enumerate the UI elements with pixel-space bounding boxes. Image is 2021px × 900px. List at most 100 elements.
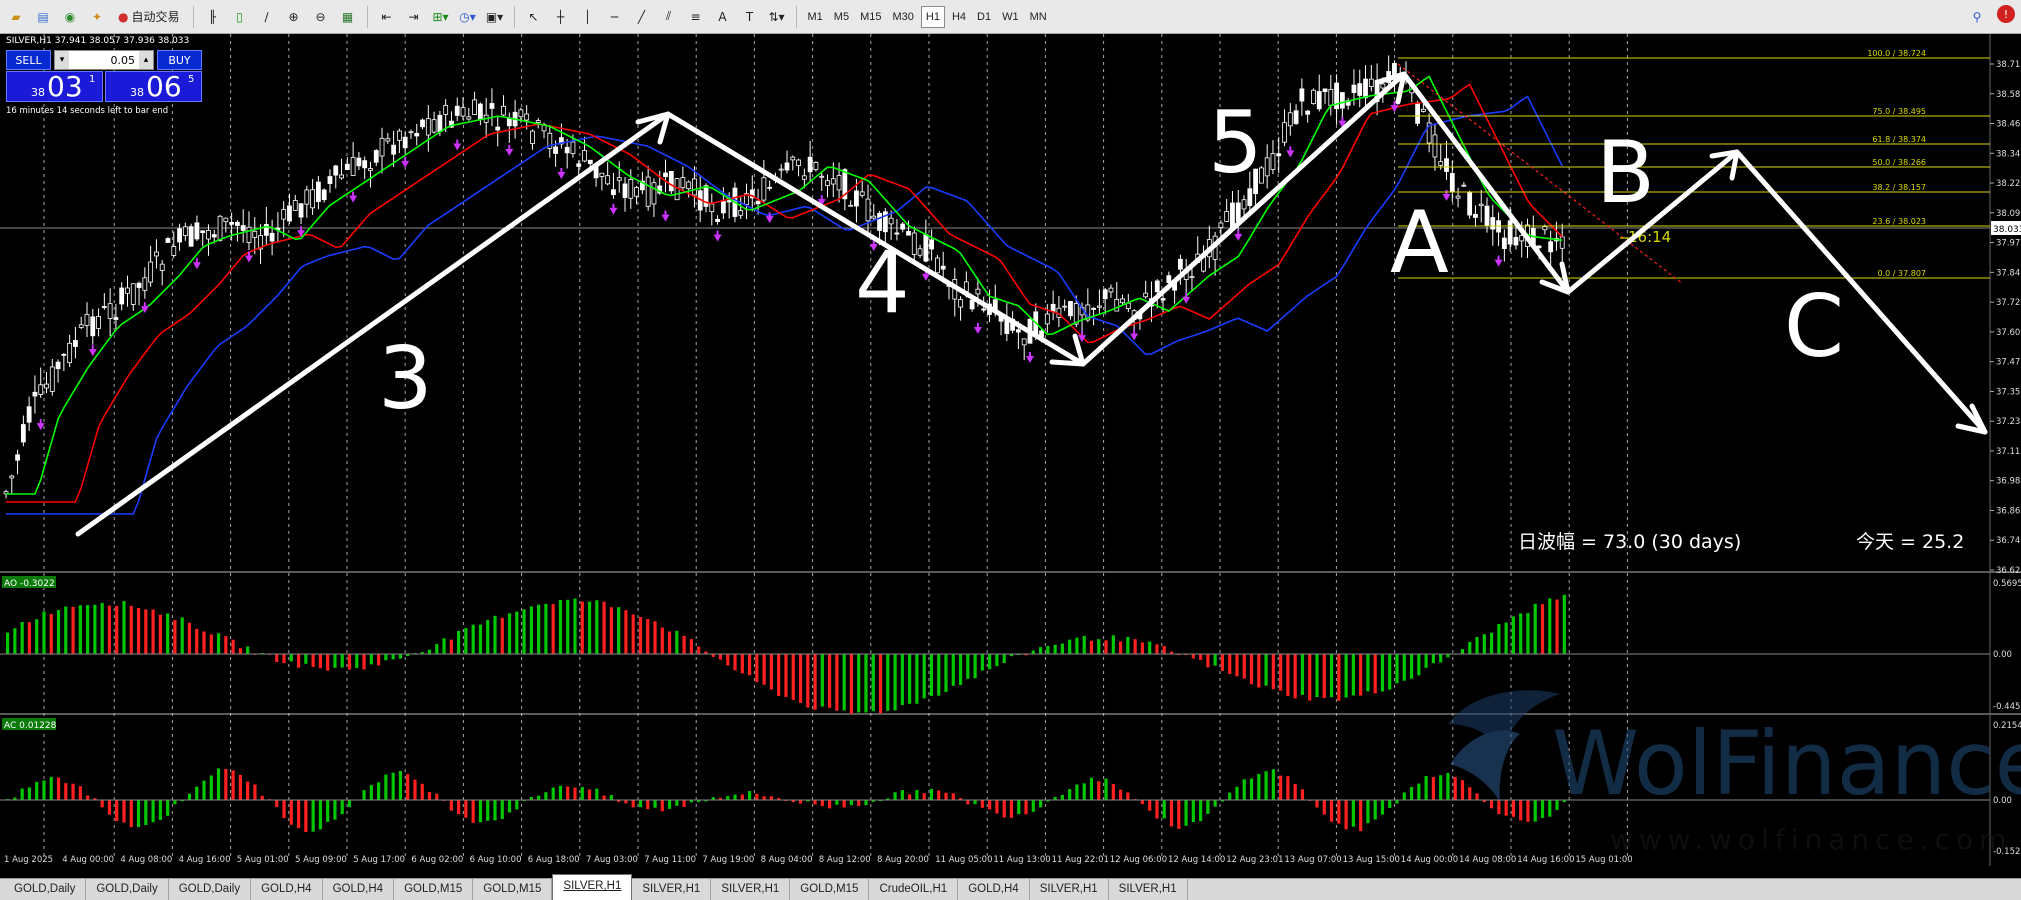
lot-increase-icon[interactable]: ▴ — [139, 51, 153, 69]
equidistant-channel-icon[interactable]: ⫽ — [657, 5, 681, 29]
trendline-icon[interactable]: ╱ — [630, 5, 654, 29]
line-chart-icon[interactable]: ∕ — [255, 5, 279, 29]
ao-bar — [937, 654, 941, 696]
text-label-icon[interactable]: T — [738, 5, 762, 29]
chart-tab[interactable]: GOLD,Daily — [4, 878, 87, 900]
ao-bar — [347, 654, 352, 670]
timeframe-d1[interactable]: D1 — [973, 7, 995, 27]
ac-bar — [1199, 800, 1203, 822]
indicators-icon[interactable]: ⊞▾ — [429, 5, 453, 29]
ao-bar — [828, 654, 832, 708]
bid-price-box[interactable]: 38 03 1 — [6, 71, 103, 102]
bar-chart-icon[interactable]: ╟ — [201, 5, 225, 29]
templates-icon[interactable]: ▣▾ — [483, 5, 507, 29]
notifications-icon[interactable]: ! — [1997, 5, 2015, 23]
ao-bar — [1395, 654, 1399, 684]
time-label: 8 Aug 04:00 — [761, 855, 813, 865]
sell-button[interactable]: SELL — [6, 50, 51, 70]
chart-tab[interactable]: SILVER,H1 — [1109, 878, 1188, 900]
chart-tab[interactable]: GOLD,Daily — [169, 878, 252, 900]
crosshair-icon[interactable]: ┼ — [549, 5, 573, 29]
chart-tab[interactable]: GOLD,H4 — [958, 878, 1030, 900]
ao-bar — [1140, 642, 1145, 654]
ao-bar — [1199, 654, 1203, 660]
lot-decrease-icon[interactable]: ▾ — [55, 51, 69, 69]
cursor-icon[interactable]: ↖ — [522, 5, 546, 29]
chart-tab[interactable]: SILVER,H1 — [1030, 878, 1109, 900]
horizontal-line-icon[interactable]: ─ — [603, 5, 627, 29]
fibonacci-retracement[interactable]: 100.0 / 38.724 75.0 / 38.495 61.8 / 38.374… — [1398, 49, 1990, 279]
ac-bar — [35, 781, 39, 800]
chart-tab[interactable]: GOLD,H4 — [251, 878, 323, 900]
chart-tab[interactable]: SILVER,H1 — [552, 874, 633, 900]
open-folder-icon[interactable]: ▰ — [4, 5, 28, 29]
candle-body — [1415, 102, 1420, 124]
candlestick-icon[interactable]: ▯ — [228, 5, 252, 29]
ac-bar — [1366, 800, 1370, 824]
ao-bar — [595, 600, 599, 654]
chart-tab[interactable]: CrudeOIL,H1 — [869, 878, 959, 900]
ac-bar — [1184, 800, 1188, 826]
timeframe-h1[interactable]: H1 — [920, 5, 945, 28]
autoscroll-icon[interactable]: ⇥ — [402, 5, 426, 29]
ask-price-box[interactable]: 38 06 5 — [105, 71, 202, 102]
zoom-in-icon[interactable]: ⊕ — [282, 5, 306, 29]
watermark-url: www.wolfinance.com — [1610, 823, 2012, 856]
ao-bar — [238, 648, 242, 654]
text-icon[interactable]: A — [711, 5, 735, 29]
candle-body — [321, 189, 327, 201]
market-watch-icon[interactable]: ◉ — [58, 5, 82, 29]
timeframe-w1[interactable]: W1 — [998, 7, 1023, 27]
arrows-icon[interactable]: ⇅▾ — [765, 5, 789, 29]
candle-body — [15, 454, 20, 461]
ao-bar — [209, 634, 213, 654]
ao-bar — [1264, 654, 1268, 686]
zoom-out-icon[interactable]: ⊖ — [309, 5, 333, 29]
chart-tab[interactable]: GOLD,M15 — [473, 878, 553, 900]
ao-bar — [689, 639, 693, 654]
profiles-icon[interactable]: ▤ — [31, 5, 55, 29]
periods-icon[interactable]: ◷▾ — [456, 5, 480, 29]
chart-window[interactable]: 38.710 38.585 38.465 38.340 38.220 38.095 37.9… — [0, 34, 2021, 866]
candle-body — [1357, 83, 1363, 96]
autotrade-button[interactable]: ● 自动交易 — [112, 5, 186, 29]
candle-body — [177, 228, 182, 243]
fractal-arrow-icon — [557, 168, 566, 180]
navigator-icon[interactable]: ✦ — [85, 5, 109, 29]
chart-tab[interactable]: SILVER,H1 — [711, 878, 791, 900]
ao-bar — [355, 654, 359, 668]
timeframe-m5[interactable]: M5 — [830, 7, 853, 27]
ac-bar — [660, 800, 664, 812]
ac-bar — [726, 796, 730, 800]
buy-button[interactable]: BUY — [157, 50, 202, 70]
chart-tab[interactable]: SILVER,H1 — [632, 878, 712, 900]
timeframe-m15[interactable]: M15 — [856, 7, 885, 27]
timeframe-m30[interactable]: M30 — [888, 7, 917, 27]
ao-bar — [1366, 654, 1370, 692]
ac-bar — [915, 790, 919, 800]
ao-bar — [537, 604, 541, 654]
candle-body — [1484, 205, 1490, 227]
timeframe-h4[interactable]: H4 — [948, 7, 970, 27]
chart-tab[interactable]: GOLD,Daily — [86, 878, 169, 900]
chart-tab[interactable]: GOLD,H4 — [323, 878, 395, 900]
vertical-line-icon[interactable]: │ — [576, 5, 600, 29]
candle-body — [801, 175, 807, 180]
candle-body — [917, 248, 923, 256]
ao-bar — [1053, 644, 1057, 654]
chart-canvas[interactable]: 38.710 38.585 38.465 38.340 38.220 38.095 37.9… — [0, 34, 2021, 866]
fractal-arrow-icon — [505, 144, 514, 156]
candle-body — [1322, 88, 1328, 93]
chart-tab[interactable]: GOLD,M15 — [394, 878, 474, 900]
chart-tab[interactable]: GOLD,M15 — [790, 878, 870, 900]
ao-bar — [1489, 632, 1494, 654]
ac-bar — [1533, 800, 1537, 822]
search-icon[interactable]: ⚲ — [1965, 5, 1989, 29]
chart-shift-icon[interactable]: ⇤ — [375, 5, 399, 29]
time-label: 13 Aug 07:00 — [1284, 855, 1341, 865]
timeframe-m1[interactable]: M1 — [804, 7, 827, 27]
fibonacci-icon[interactable]: ≡ — [684, 5, 708, 29]
tile-windows-icon[interactable]: ▦ — [336, 5, 360, 29]
ac-bar — [471, 800, 475, 823]
timeframe-mn[interactable]: MN — [1026, 7, 1051, 27]
